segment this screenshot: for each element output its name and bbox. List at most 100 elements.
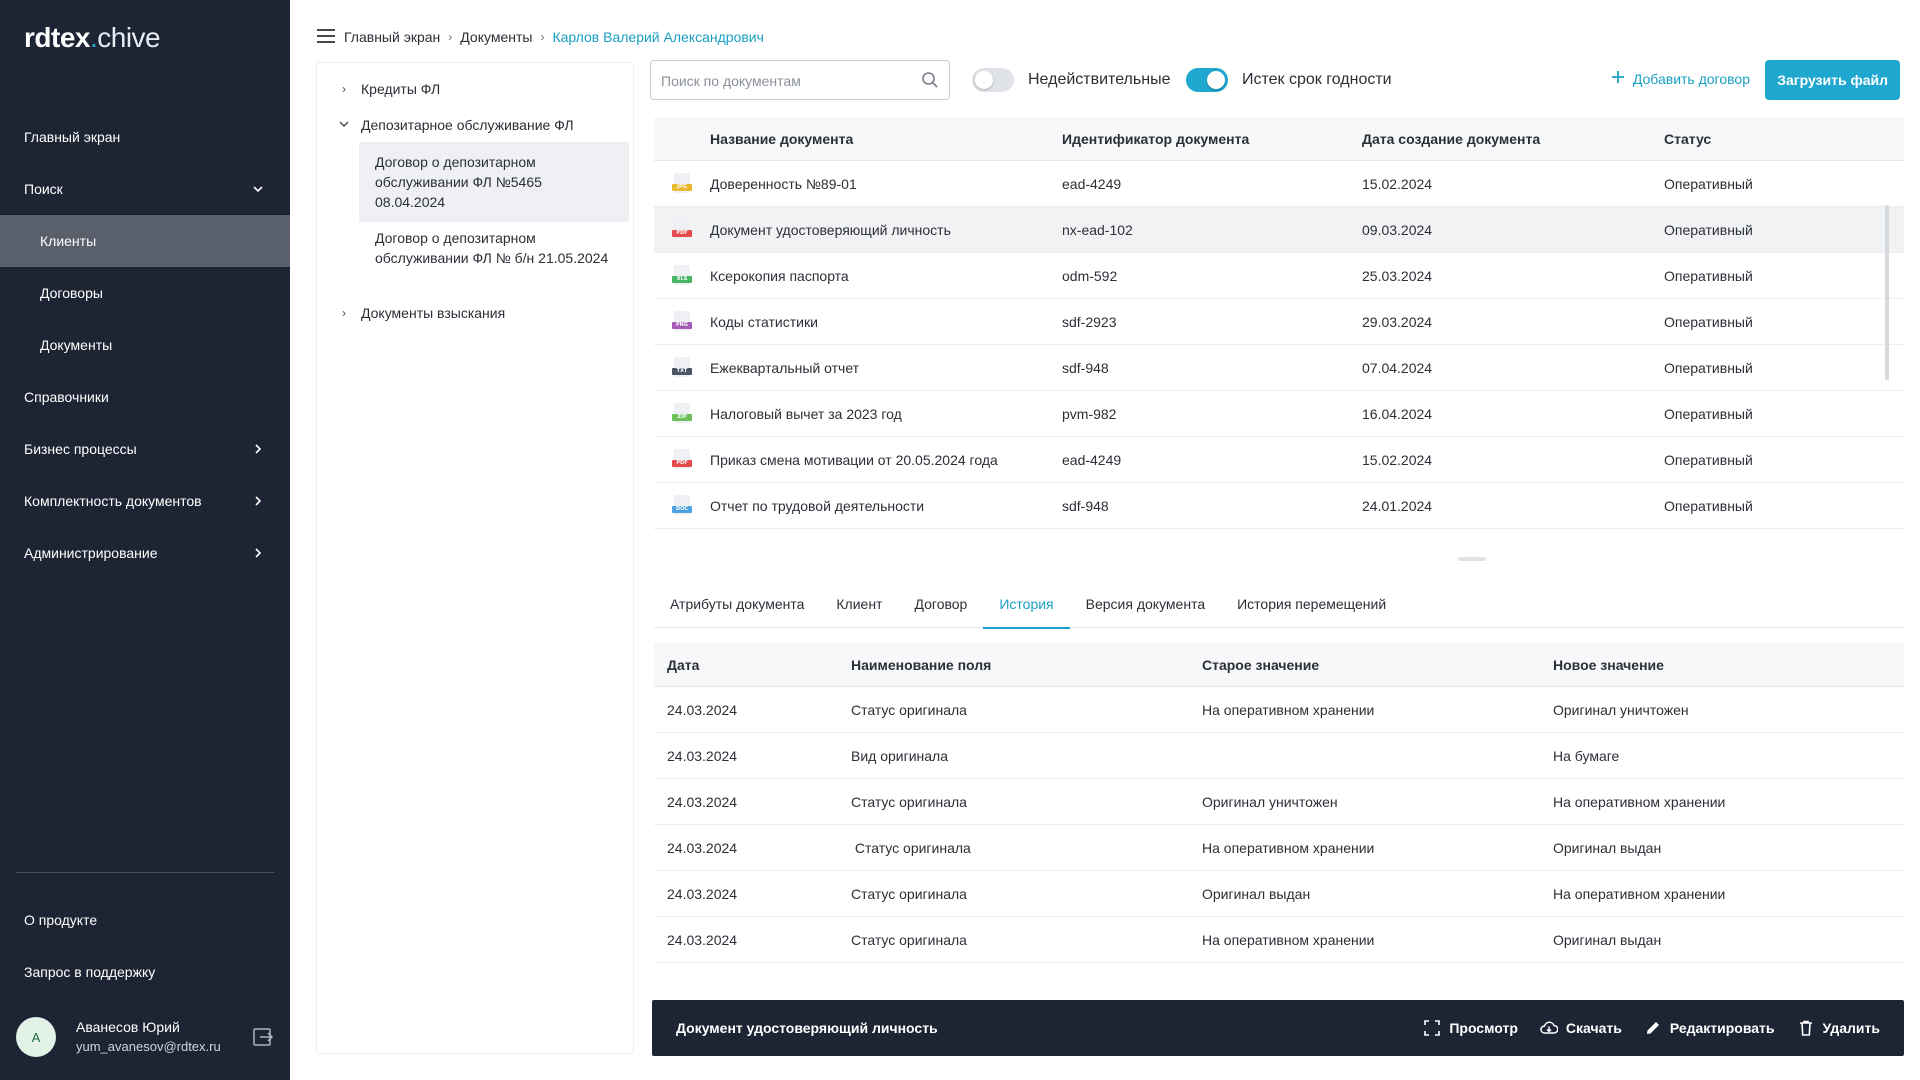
logout-icon[interactable] <box>252 1026 274 1048</box>
download-button[interactable]: Скачать <box>1540 1019 1622 1037</box>
table-row[interactable]: 24.03.2024 Статус оригинала Оригинал выдан… <box>654 871 1904 917</box>
search-icon[interactable] <box>921 71 939 89</box>
table-row[interactable]: 24.03.2024 Статус оригинала На оперативном… <box>654 687 1904 733</box>
history-field: Статус оригинала <box>851 839 971 856</box>
column-header-field[interactable]: Наименование поля <box>851 657 1202 673</box>
user-name: Аванесов Юрий <box>76 1019 180 1035</box>
file-icon: TXT <box>654 356 710 379</box>
breadcrumb-documents[interactable]: Документы <box>460 29 532 45</box>
table-row[interactable]: 24.03.2024 Вид оригинала На бумаге <box>654 733 1904 779</box>
tab-contract[interactable]: Договор <box>898 580 983 628</box>
tab-version[interactable]: Версия документа <box>1070 580 1221 628</box>
sidebar-item-label: Главный экран <box>24 129 121 145</box>
view-button[interactable]: Просмотр <box>1423 1019 1518 1037</box>
app-logo[interactable]: rdtex.chive <box>24 22 161 54</box>
file-icon: ZIP <box>654 402 710 425</box>
sidebar-nav: Главный экран Поиск Клиенты Договоры Док… <box>0 111 290 579</box>
column-header-date[interactable]: Дата <box>654 657 851 673</box>
table-row[interactable]: JPG Доверенность №89-01 ead-4249 15.02.2024… <box>654 161 1904 207</box>
chevron-right-icon: › <box>342 306 346 320</box>
column-header-status[interactable]: Статус <box>1664 131 1904 147</box>
tree-group-credits[interactable]: › Кредиты ФЛ <box>333 77 440 101</box>
history-new-value: Оригинал уничтожен <box>1553 701 1689 718</box>
edit-button[interactable]: Редактировать <box>1644 1019 1775 1037</box>
tab-client[interactable]: Клиент <box>820 580 898 628</box>
document-status: Оперативный <box>1664 451 1753 468</box>
table-row[interactable]: PDF Документ удостоверяющий личность nx-ea… <box>654 207 1904 253</box>
breadcrumb-home[interactable]: Главный экран <box>344 29 440 45</box>
sidebar-item-clients[interactable]: Клиенты <box>0 215 290 267</box>
table-row[interactable]: ZIP Налоговый вычет за 2023 год pvm-982 16.… <box>654 391 1904 437</box>
toggle-invalid-switch[interactable] <box>972 68 1014 92</box>
document-name: Налоговый вычет за 2023 год <box>710 405 902 422</box>
toggle-expired[interactable]: Истек срок годности <box>1186 68 1392 92</box>
file-type-tag: JPG <box>672 183 692 191</box>
column-header-new-value[interactable]: Новое значение <box>1553 657 1904 673</box>
table-row[interactable]: PDF Приказ смена мотивации от 20.05.2024 … <box>654 437 1904 483</box>
sidebar-item-documents[interactable]: Документы <box>0 319 290 371</box>
table-row[interactable]: DOC Отчет по трудовой деятельности sdf-948… <box>654 483 1904 529</box>
sidebar-item-label: Справочники <box>24 389 109 405</box>
upload-file-button[interactable]: Загрузить файл <box>1765 60 1900 100</box>
history-new-value: На оперативном хранении <box>1553 793 1726 810</box>
history-field: Статус оригинала <box>851 701 967 718</box>
tree-leaf-contract-bn[interactable]: Договор о депозитарном обслуживании ФЛ №… <box>359 218 629 278</box>
file-type-tag: PDF <box>672 229 692 237</box>
table-row[interactable]: 24.03.2024 Статус оригинала На оперативном… <box>654 917 1904 963</box>
table-scrollbar[interactable] <box>1885 205 1889 380</box>
history-new-value: На оперативном хранении <box>1553 885 1726 902</box>
panel-resize-handle[interactable] <box>1458 557 1486 561</box>
table-row[interactable]: PNG Коды статистики sdf-2923 29.03.2024 Опер… <box>654 299 1904 345</box>
delete-button[interactable]: Удалить <box>1797 1019 1880 1037</box>
history-table: Дата Наименование поля Старое значение Н… <box>654 643 1904 963</box>
avatar[interactable]: А <box>16 1017 56 1057</box>
document-date: 07.04.2024 <box>1362 359 1433 376</box>
column-header-name[interactable]: Название документа <box>710 131 1062 147</box>
search-input[interactable] <box>661 70 911 92</box>
table-row[interactable]: 24.03.2024 Статус оригинала Оригинал уничт… <box>654 779 1904 825</box>
document-name: Приказ смена мотивации от 20.05.2024 год… <box>710 451 998 468</box>
document-id: odm-592 <box>1062 267 1118 284</box>
document-id: ead-4249 <box>1062 175 1122 192</box>
sidebar-item-search[interactable]: Поиск <box>0 163 290 215</box>
sidebar-item-completeness[interactable]: Комплектность документов <box>0 475 290 527</box>
document-id: pvm-982 <box>1062 405 1117 422</box>
tab-attributes[interactable]: Атрибуты документа <box>654 580 820 628</box>
tab-movement-history[interactable]: История перемещений <box>1221 580 1402 628</box>
sidebar-item-contracts[interactable]: Договоры <box>0 267 290 319</box>
selected-document-action-bar: Документ удостоверяющий личность Просмот… <box>652 1000 1904 1056</box>
table-row[interactable]: XLS Ксерокопия паспорта odm-592 25.03.2024 О… <box>654 253 1904 299</box>
file-type-tag: DOC <box>672 505 692 513</box>
sidebar-item-support[interactable]: Запрос в поддержку <box>0 946 290 998</box>
tree-leaf-contract-5465[interactable]: Договор о депозитарном обслуживании ФЛ №… <box>359 142 629 222</box>
sidebar-item-label: Администрирование <box>24 545 158 561</box>
column-header-old-value[interactable]: Старое значение <box>1202 657 1553 673</box>
toggle-expired-switch[interactable] <box>1186 68 1228 92</box>
sidebar-item-business-processes[interactable]: Бизнес процессы <box>0 423 290 475</box>
add-contract-button[interactable]: Добавить договор <box>1611 70 1750 87</box>
sidebar-item-label: Бизнес процессы <box>24 441 137 457</box>
sidebar-item-administration[interactable]: Администрирование <box>0 527 290 579</box>
document-name: Доверенность №89-01 <box>710 175 857 192</box>
view-label: Просмотр <box>1449 1020 1518 1036</box>
tree-group-label: Кредиты ФЛ <box>361 81 441 97</box>
column-header-date[interactable]: Дата создание документа <box>1362 131 1664 147</box>
sidebar-item-about[interactable]: О продукте <box>0 894 290 946</box>
table-header: Дата Наименование поля Старое значение Н… <box>654 643 1904 687</box>
tree-group-recovery[interactable]: › Документы взыскания <box>333 301 505 325</box>
toggle-invalid[interactable]: Недействительные <box>972 68 1170 92</box>
sidebar-item-label: Запрос в поддержку <box>24 964 156 980</box>
table-row[interactable]: TXT Ежеквартальный отчет sdf-948 07.04.2024… <box>654 345 1904 391</box>
chevron-down-icon <box>333 118 355 133</box>
table-row[interactable]: 24.03.2024 Статус оригинала На оперативно… <box>654 825 1904 871</box>
document-status: Оперативный <box>1664 221 1753 238</box>
document-date: 16.04.2024 <box>1362 405 1433 422</box>
sidebar-item-directories[interactable]: Справочники <box>0 371 290 423</box>
tab-history[interactable]: История <box>983 580 1070 629</box>
column-header-id[interactable]: Идентификатор документа <box>1062 131 1362 147</box>
tree-group-depository[interactable]: Депозитарное обслуживание ФЛ <box>333 113 574 137</box>
sidebar-item-home[interactable]: Главный экран <box>0 111 290 163</box>
history-field: Статус оригинала <box>851 793 967 810</box>
chevron-right-icon: › <box>342 82 346 96</box>
menu-icon[interactable] <box>316 28 336 47</box>
